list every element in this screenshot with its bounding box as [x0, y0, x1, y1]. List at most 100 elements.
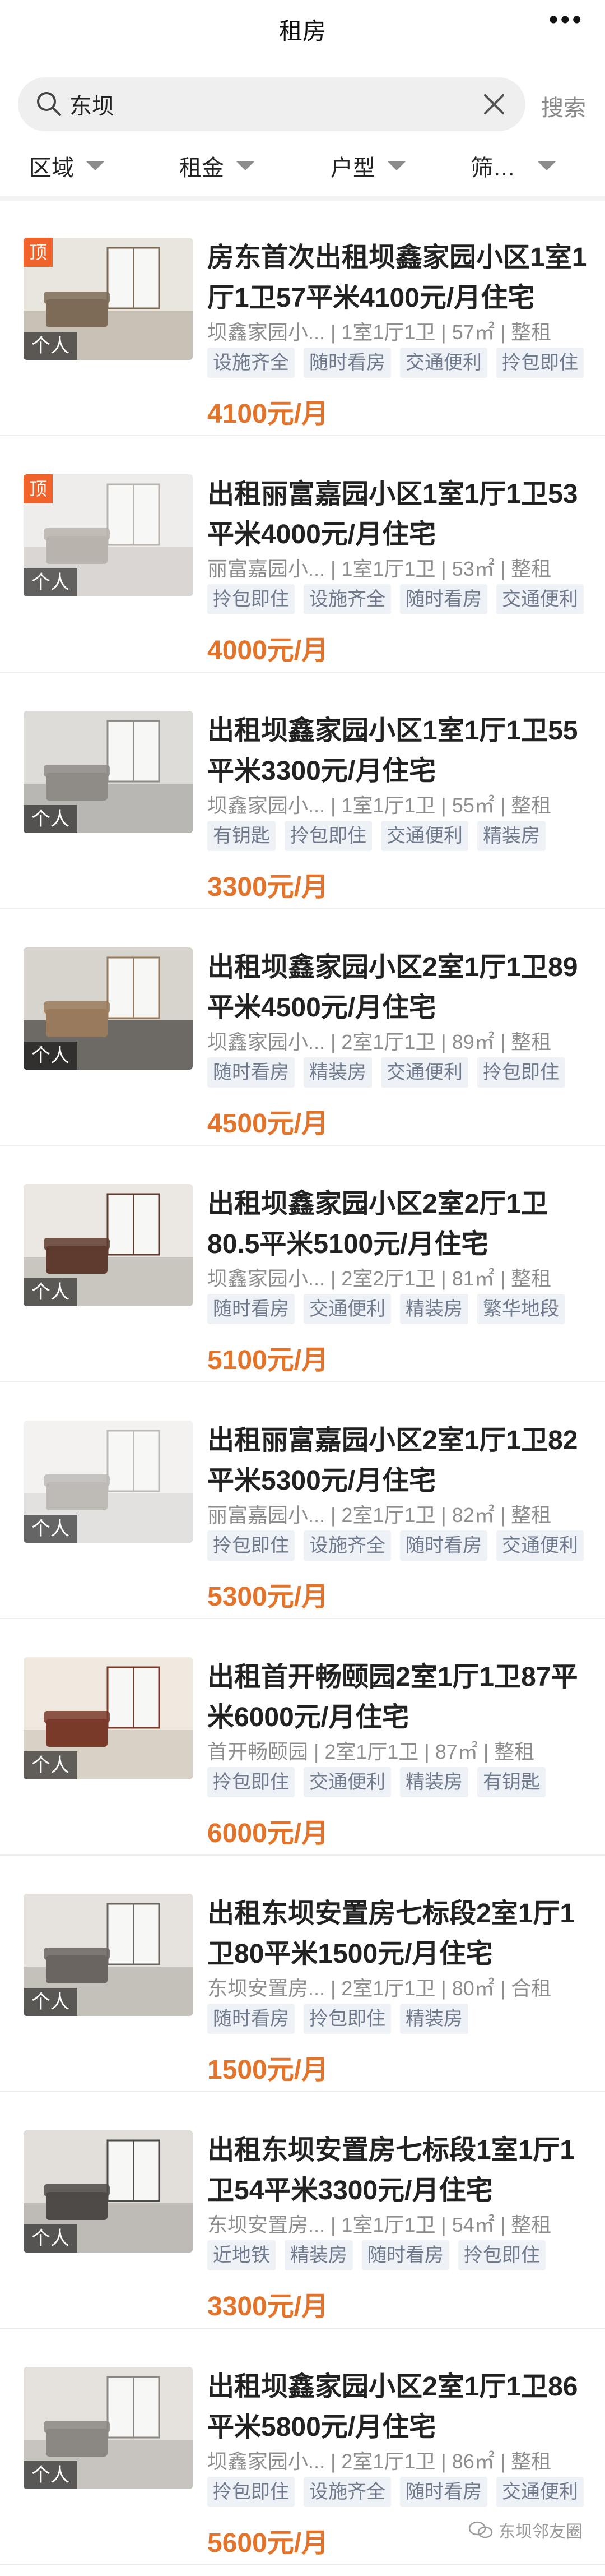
tag-list: 有钥匙 拎包即住 交通便利 精装房 [207, 821, 594, 852]
filter-more[interactable]: 筛… [471, 150, 556, 182]
watermark-text: 东坝邻友圈 [499, 2523, 583, 2541]
listing-meta: 东坝安置房... | 1室1厅1卫 | 54㎡ | 整租 [207, 2213, 552, 2236]
listing-meta: 坝鑫家园小... | 1室1厅1卫 | 55㎡ | 整租 [207, 794, 552, 817]
listing-photo[interactable]: 个人 [24, 1657, 193, 1779]
feature-tag: 设施齐全 [304, 1530, 391, 1561]
listing-photo[interactable]: 顶个人 [24, 238, 193, 360]
filter-bar: 区域 租金 户型 筛… [0, 147, 605, 186]
feature-tag: 拎包即住 [207, 584, 295, 614]
listing-photo[interactable]: 个人 [24, 1184, 193, 1306]
listing-price: 5300元/月 [207, 1582, 329, 1612]
listing-meta: 坝鑫家园小... | 2室1厅1卫 | 89㎡ | 整租 [207, 1030, 552, 1053]
feature-tag: 拎包即住 [207, 2477, 295, 2507]
listing-photo[interactable]: 个人 [24, 1894, 193, 2016]
listing-photo[interactable]: 个人 [24, 1421, 193, 1543]
feature-tag: 交通便利 [496, 2477, 584, 2507]
listing-price: 4100元/月 [207, 399, 329, 429]
owner-badge: 个人 [24, 1751, 77, 1779]
listing-price: 3300元/月 [207, 2292, 329, 2321]
search-bar[interactable] [18, 77, 525, 131]
feature-tag: 近地铁 [207, 2240, 276, 2270]
filter-label: 区域 [29, 156, 74, 181]
filter-area[interactable]: 区域 [29, 150, 104, 182]
feature-tag: 交通便利 [381, 821, 468, 851]
feature-tag: 交通便利 [496, 1530, 584, 1561]
feature-tag: 拎包即住 [496, 348, 584, 378]
listing-title[interactable]: 出租丽富嘉园小区1室1厅1卫53平米4000元/月住宅 [207, 474, 588, 555]
listing-title[interactable]: 出租坝鑫家园小区2室1厅1卫86平米5800元/月住宅 [207, 2367, 588, 2448]
listing-photo[interactable]: 个人 [24, 711, 193, 833]
listing-meta: 东坝安置房... | 2室1厅1卫 | 80㎡ | 合租 [207, 1977, 552, 2000]
more-menu-button[interactable]: ••• [549, 7, 584, 34]
caret-down-icon [388, 161, 406, 170]
listing-title[interactable]: 出租坝鑫家园小区2室1厅1卫89平米4500元/月住宅 [207, 947, 588, 1028]
listing-price: 3300元/月 [207, 872, 329, 902]
feature-tag: 交通便利 [496, 584, 584, 614]
title-bar: 租房 ••• [0, 0, 605, 62]
listing-meta: 坝鑫家园小... | 1室1厅1卫 | 57㎡ | 整租 [207, 321, 552, 344]
tag-list: 随时看房 交通便利 精装房 繁华地段 [207, 1294, 594, 1325]
tag-list: 随时看房 拎包即住 精装房 [207, 2004, 594, 2035]
feature-tag: 有钥匙 [207, 821, 276, 851]
feature-tag: 拎包即住 [285, 821, 372, 851]
listing-card[interactable]: 个人 出租坝鑫家园小区2室2厅1卫80.5平米5100元/月住宅 坝鑫家园小... … [0, 1147, 605, 1382]
listing-card[interactable]: 个人 出租首开畅颐园2室1厅1卫87平米6000元/月住宅 首开畅颐园 | 2室1厅… [0, 1620, 605, 1856]
feature-tag: 精装房 [400, 1767, 468, 1797]
listing-card[interactable]: 个人 出租东坝安置房七标段2室1厅1卫80平米1500元/月住宅东坝安置房... … [0, 1857, 605, 2092]
clear-icon[interactable] [480, 90, 509, 119]
search-input[interactable] [69, 86, 450, 122]
feature-tag: 精装房 [285, 2240, 353, 2270]
listing-card[interactable]: 个人 出租坝鑫家园小区1室1厅1卫55平米3300元/月住宅 坝鑫家园小... | … [0, 674, 605, 909]
listing-price: 6000元/月 [207, 1819, 329, 1848]
listing-title[interactable]: 出租坝鑫家园小区1室1厅1卫55平米3300元/月住宅 [207, 711, 588, 792]
listing-card[interactable]: 个人 出租丽富嘉园小区2室1厅1卫82平米5300元/月住宅 丽富嘉园小... | … [0, 1384, 605, 1619]
feature-tag: 随时看房 [400, 584, 487, 614]
listing-photo[interactable]: 顶个人 [24, 474, 193, 596]
listing-card[interactable]: 个人 出租东坝安置房七标段1室1厅1卫54平米3300元/月住宅 东坝安置房... … [0, 2093, 605, 2329]
feature-tag: 随时看房 [362, 2240, 449, 2270]
listing-price: 1500元/月 [207, 2055, 329, 2085]
filter-label: 户型 [331, 156, 375, 181]
listing-photo[interactable]: 个人 [24, 947, 193, 1070]
feature-tag: 交通便利 [304, 1294, 391, 1324]
caret-down-icon [86, 161, 104, 170]
listing-card[interactable]: 顶个人 房东首次出租坝鑫家园小区1室1厅1卫57平米4100元/月住宅 坝鑫家园小.… [0, 201, 605, 436]
listing-meta: 坝鑫家园小... | 2室1厅1卫 | 86㎡ | 整租 [207, 2450, 552, 2473]
owner-badge: 个人 [24, 1042, 77, 1070]
listing-title[interactable]: 出租东坝安置房七标段2室1厅1卫80平米1500元/月住宅 [207, 1894, 588, 1974]
owner-badge: 个人 [24, 1515, 77, 1543]
watermark: 东坝邻友圈 [468, 2518, 583, 2542]
search-icon [37, 92, 61, 116]
listing-card[interactable]: 顶个人 出租丽富嘉园小区1室1厅1卫53平米4000元/月住宅 丽富嘉园小... |… [0, 437, 605, 673]
feature-tag: 设施齐全 [207, 348, 295, 378]
filter-layout[interactable]: 户型 [331, 150, 406, 182]
listing-meta: 坝鑫家园小... | 2室2厅1卫 | 81㎡ | 整租 [207, 1267, 552, 1290]
listing-title[interactable]: 出租首开畅颐园2室1厅1卫87平米6000元/月住宅 [207, 1657, 588, 1738]
top-badge: 顶 [24, 474, 53, 503]
owner-badge: 个人 [24, 1278, 77, 1306]
feature-tag: 交通便利 [304, 1767, 391, 1797]
listing-title[interactable]: 房东首次出租坝鑫家园小区1室1厅1卫57平米4100元/月住宅 [207, 238, 588, 318]
feature-tag: 精装房 [477, 821, 546, 851]
listing-meta: 首开畅颐园 | 2室1厅1卫 | 87㎡ | 整租 [207, 1740, 535, 1763]
feature-tag: 随时看房 [304, 348, 391, 378]
tag-list: 拎包即住 设施齐全 随时看房 交通便利 [207, 1530, 594, 1562]
listing-photo[interactable]: 个人 [24, 2130, 193, 2253]
tag-list: 随时看房 精装房 交通便利 拎包即住 [207, 1057, 594, 1089]
listing-price: 5600元/月 [207, 2528, 329, 2558]
listing-card[interactable]: 个人 出租坝鑫家园小区2室1厅1卫89平米4500元/月住宅 坝鑫家园小... | … [0, 910, 605, 1146]
top-badge: 顶 [24, 238, 53, 267]
search-button[interactable]: 搜索 [541, 90, 586, 122]
listing-title[interactable]: 出租东坝安置房七标段1室1厅1卫54平米3300元/月住宅 [207, 2130, 588, 2211]
listing-photo[interactable]: 个人 [24, 2367, 193, 2489]
feature-tag: 拎包即住 [207, 1530, 295, 1561]
owner-badge: 个人 [24, 332, 77, 360]
owner-badge: 个人 [24, 2461, 77, 2489]
feature-tag: 精装房 [304, 1057, 372, 1088]
tag-list: 近地铁 精装房 随时看房 拎包即住 [207, 2240, 594, 2272]
tag-list: 拎包即住 设施齐全 随时看房 交通便利 [207, 584, 594, 616]
feature-tag: 交通便利 [381, 1057, 468, 1088]
listing-title[interactable]: 出租丽富嘉园小区2室1厅1卫82平米5300元/月住宅 [207, 1421, 588, 1501]
listing-title[interactable]: 出租坝鑫家园小区2室2厅1卫80.5平米5100元/月住宅 [207, 1184, 588, 1265]
filter-rent[interactable]: 租金 [179, 150, 254, 182]
